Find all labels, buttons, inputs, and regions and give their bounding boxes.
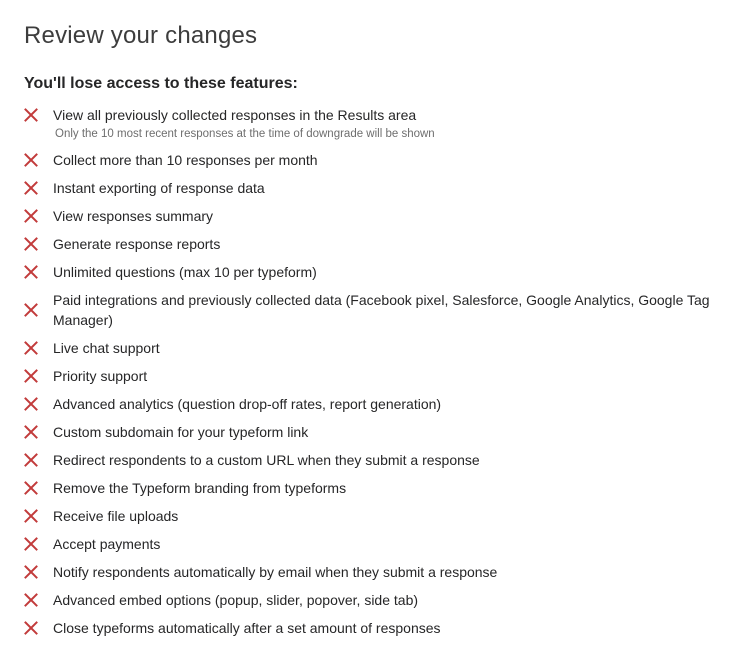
feature-body: Generate response reports (53, 234, 734, 254)
close-x-icon (24, 453, 53, 467)
feature-label: Live chat support (53, 340, 160, 356)
feature-label: Receive file uploads (53, 508, 179, 524)
list-item: Advanced analytics (question drop-off ra… (24, 394, 734, 414)
close-x-icon (24, 369, 53, 383)
list-item: Remove the Typeform branding from typefo… (24, 478, 734, 498)
lost-features-heading: You'll lose access to these features: (24, 75, 298, 92)
close-x-icon (24, 621, 53, 635)
list-item: Close typeforms automatically after a se… (24, 618, 734, 638)
page-title: Review your changes (24, 22, 258, 49)
list-item: Instant exporting of response data (24, 178, 734, 198)
feature-label: Instant exporting of response data (53, 180, 265, 196)
feature-body: View responses summary (53, 206, 734, 226)
feature-label: Close typeforms automatically after a se… (53, 620, 441, 636)
feature-body: Notify respondents automatically by emai… (53, 562, 734, 582)
feature-body: Receive file uploads (53, 506, 734, 526)
list-item: Redirect respondents to a custom URL whe… (24, 450, 734, 470)
list-item: View responses summary (24, 206, 734, 226)
list-item: Collect more than 10 responses per month (24, 150, 734, 170)
feature-body: Advanced embed options (popup, slider, p… (53, 590, 734, 610)
feature-body: Custom subdomain for your typeform link (53, 422, 734, 442)
feature-label: Paid integrations and previously collect… (53, 292, 710, 328)
close-x-icon (24, 181, 53, 195)
feature-label: Accept payments (53, 536, 161, 552)
close-x-icon (24, 105, 53, 122)
feature-label: Collect more than 10 responses per month (53, 152, 318, 168)
list-item: Advanced embed options (popup, slider, p… (24, 590, 734, 610)
feature-body: Paid integrations and previously collect… (53, 290, 734, 330)
feature-body: Close typeforms automatically after a se… (53, 618, 734, 638)
feature-body: Advanced analytics (question drop-off ra… (53, 394, 734, 414)
list-item: Priority support (24, 366, 734, 386)
feature-label: Remove the Typeform branding from typefo… (53, 480, 347, 496)
feature-body: View all previously collected responses … (53, 105, 734, 142)
list-item: Generate response reports (24, 234, 734, 254)
feature-label: Notify respondents automatically by emai… (53, 564, 498, 580)
close-x-icon (24, 265, 53, 279)
feature-note: Only the 10 most recent responses at the… (55, 128, 435, 140)
feature-label: Advanced analytics (question drop-off ra… (53, 396, 442, 412)
feature-label: View responses summary (53, 208, 214, 224)
feature-body: Unlimited questions (max 10 per typeform… (53, 262, 734, 282)
close-x-icon (24, 481, 53, 495)
list-item: Unlimited questions (max 10 per typeform… (24, 262, 734, 282)
list-item: Notify respondents automatically by emai… (24, 562, 734, 582)
review-changes-panel: Review your changes You'll lose access t… (0, 0, 754, 664)
feature-body: Priority support (53, 366, 734, 386)
feature-label: Unlimited questions (max 10 per typeform… (53, 264, 317, 280)
feature-label: View all previously collected responses … (53, 107, 417, 123)
feature-label: Priority support (53, 368, 148, 384)
close-x-icon (24, 303, 53, 317)
close-x-icon (24, 397, 53, 411)
feature-body: Collect more than 10 responses per month (53, 150, 734, 170)
feature-body: Accept payments (53, 534, 734, 554)
close-x-icon (24, 509, 53, 523)
list-item: View all previously collected responses … (24, 105, 734, 142)
feature-label: Custom subdomain for your typeform link (53, 424, 309, 440)
feature-label: Advanced embed options (popup, slider, p… (53, 592, 419, 608)
list-item: Custom subdomain for your typeform link (24, 422, 734, 442)
close-x-icon (24, 341, 53, 355)
feature-label: Generate response reports (53, 236, 221, 252)
close-x-icon (24, 209, 53, 223)
feature-body: Instant exporting of response data (53, 178, 734, 198)
close-x-icon (24, 565, 53, 579)
feature-body: Redirect respondents to a custom URL whe… (53, 450, 734, 470)
close-x-icon (24, 593, 53, 607)
list-item: Accept payments (24, 534, 734, 554)
list-item: Live chat support (24, 338, 734, 358)
close-x-icon (24, 425, 53, 439)
feature-body: Remove the Typeform branding from typefo… (53, 478, 734, 498)
feature-body: Live chat support (53, 338, 734, 358)
list-item: Paid integrations and previously collect… (24, 290, 734, 330)
close-x-icon (24, 153, 53, 167)
close-x-icon (24, 237, 53, 251)
feature-label: Redirect respondents to a custom URL whe… (53, 452, 480, 468)
list-item: Receive file uploads (24, 506, 734, 526)
close-x-icon (24, 537, 53, 551)
lost-features-list: View all previously collected responses … (24, 105, 734, 638)
